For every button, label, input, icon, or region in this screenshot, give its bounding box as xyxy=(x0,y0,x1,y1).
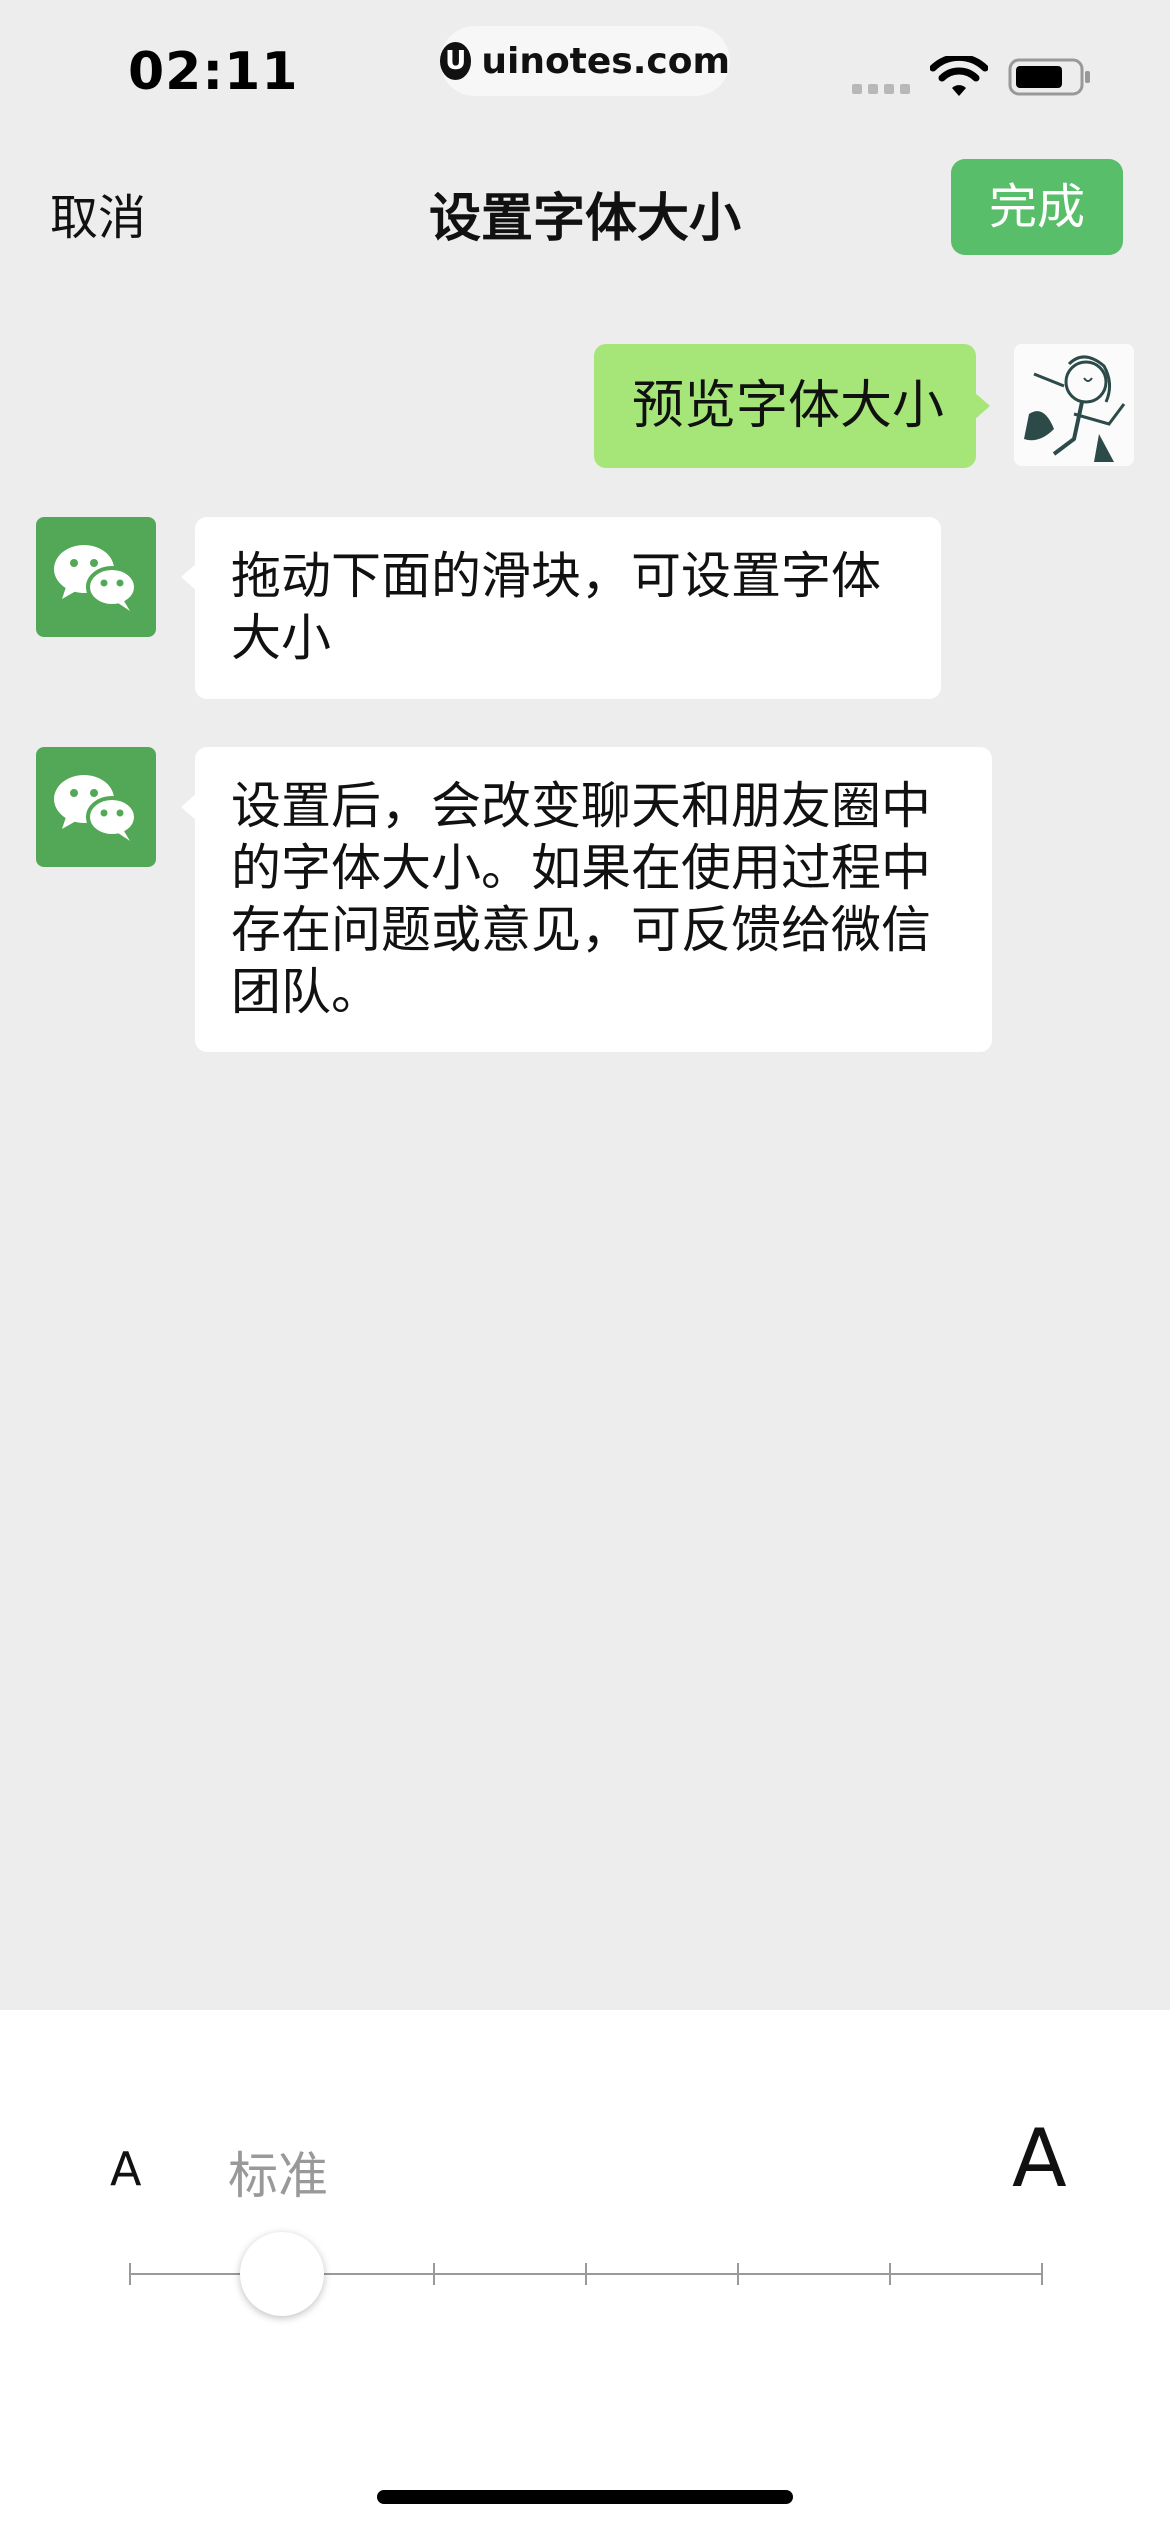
message-line: 大小 xyxy=(231,609,331,667)
status-time: 02:11 xyxy=(128,42,299,102)
incoming-message-bubble: 设置后，会改变聊天和朋友圈中 的字体大小。如果在使用过程中 存在问题或意见，可反… xyxy=(181,747,992,1052)
slider-tick[interactable] xyxy=(585,2263,587,2285)
small-font-label: A xyxy=(110,2142,142,2196)
slider-tick[interactable] xyxy=(129,2263,131,2285)
wechat-logo-icon xyxy=(54,545,138,611)
url-pill[interactable]: U uinotes.com xyxy=(440,26,730,96)
slider-tick[interactable] xyxy=(1041,2263,1043,2285)
message-line: 的字体大小。如果在使用过程中 xyxy=(231,839,931,897)
cellular-signal-icon xyxy=(852,84,910,94)
user-avatar xyxy=(1014,344,1134,466)
slider-tick[interactable] xyxy=(433,2263,435,2285)
done-button[interactable]: 完成 xyxy=(951,159,1123,255)
current-size-label: 标准 xyxy=(228,2147,328,2205)
wifi-icon xyxy=(930,56,988,96)
site-logo-icon: U xyxy=(440,42,472,80)
url-text: uinotes.com xyxy=(481,40,730,82)
wechat-avatar xyxy=(36,747,156,867)
wechat-avatar xyxy=(36,517,156,637)
message-line: 团队。 xyxy=(231,963,381,1021)
message-line: 拖动下面的滑块，可设置字体 xyxy=(231,547,881,605)
outgoing-message-bubble: 预览字体大小 xyxy=(594,344,990,468)
font-size-slider-thumb[interactable] xyxy=(240,2232,324,2316)
home-indicator xyxy=(377,2490,793,2504)
message-line: 存在问题或意见，可反馈给微信 xyxy=(231,901,931,959)
anime-girl-avatar-icon xyxy=(1014,344,1134,466)
wechat-logo-icon xyxy=(54,775,138,841)
slider-tick[interactable] xyxy=(737,2263,739,2285)
incoming-message-bubble: 拖动下面的滑块，可设置字体 大小 xyxy=(181,517,941,699)
battery-icon xyxy=(1008,58,1090,96)
message-line: 设置后，会改变聊天和朋友圈中 xyxy=(231,777,931,835)
large-font-label: A xyxy=(1012,2112,1067,2205)
slider-tick[interactable] xyxy=(889,2263,891,2285)
